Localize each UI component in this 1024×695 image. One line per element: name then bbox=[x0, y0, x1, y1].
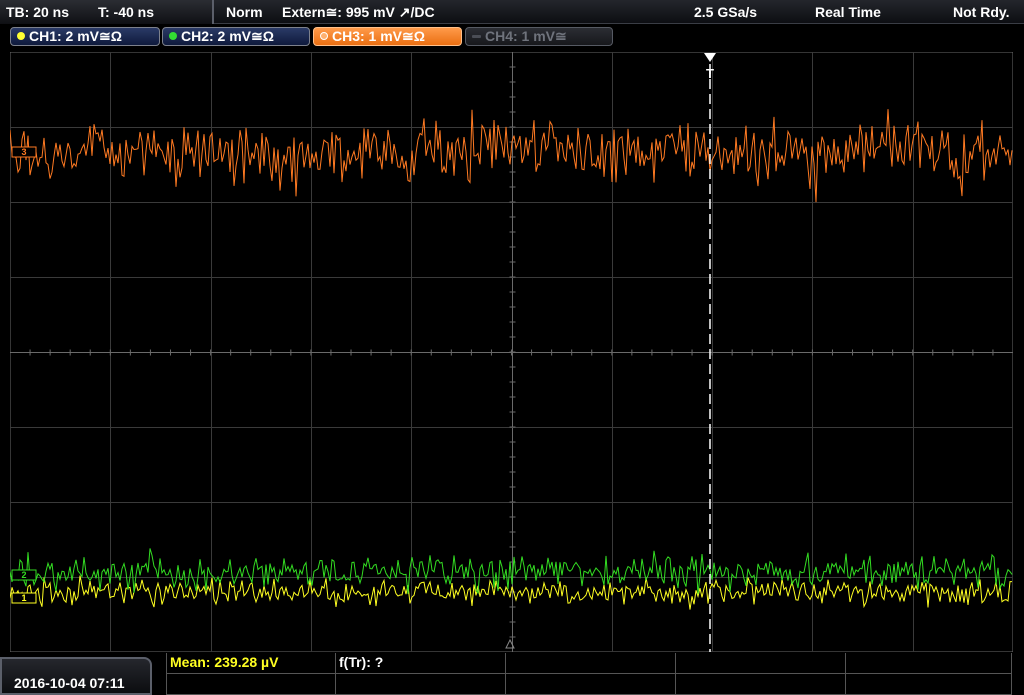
measurement-panel[interactable]: Mean: 239.28 µV f(Tr): ? bbox=[166, 653, 1012, 695]
channel-1-label: CH1: 2 mV≅Ω bbox=[29, 28, 122, 44]
measurement-cell-empty bbox=[506, 653, 676, 674]
channel-3-label: CH3: 1 mV≅Ω bbox=[332, 28, 425, 44]
measurement-cell-mean[interactable]: Mean: 239.28 µV bbox=[166, 653, 336, 674]
date-time-box: 2016-10-04 07:11 bbox=[0, 657, 152, 695]
timebase-label: TB: 20 ns bbox=[6, 4, 70, 20]
channel-2-ref-label: 2 bbox=[21, 570, 26, 580]
acquisition-mode-label[interactable]: Real Time bbox=[815, 4, 881, 20]
channel-4-button[interactable]: CH4: 1 mV≅ bbox=[465, 27, 613, 46]
mean-measurement: Mean: 239.28 µV bbox=[170, 654, 279, 670]
channel-2-label: CH2: 2 mV≅Ω bbox=[181, 28, 274, 44]
timebase-box[interactable]: TB: 20 ns T: -40 ns bbox=[0, 0, 214, 24]
freq-measurement: f(Tr): ? bbox=[339, 654, 384, 670]
acquisition-status-label: Not Rdy. bbox=[953, 4, 1010, 20]
sample-rate-label[interactable]: 2.5 GSa/s bbox=[694, 4, 757, 20]
measurement-cell-empty bbox=[676, 653, 846, 674]
trigger-time-label: T: -40 ns bbox=[98, 4, 155, 20]
measurement-cell-empty bbox=[506, 674, 676, 695]
channel-4-dot-icon bbox=[472, 35, 481, 38]
trigger-marker-label: T bbox=[706, 66, 714, 81]
channel-row: CH1: 2 mV≅Ω CH2: 2 mV≅Ω CH3: 1 mV≅Ω CH4:… bbox=[0, 24, 1024, 50]
channel-3-dot-icon bbox=[320, 32, 328, 40]
channel-3-ref-marker[interactable]: 3 bbox=[11, 146, 37, 158]
measurement-cell-empty bbox=[846, 674, 1012, 695]
measurement-cell-empty bbox=[676, 674, 846, 695]
channel-2-button[interactable]: CH2: 2 mV≅Ω bbox=[162, 27, 310, 46]
channel-1-button[interactable]: CH1: 2 mV≅Ω bbox=[10, 27, 160, 46]
channel-3-ref-label: 3 bbox=[21, 147, 26, 157]
status-bar: TB: 20 ns T: -40 ns Norm Extern≅: 995 mV… bbox=[0, 0, 1024, 24]
channel-4-label: CH4: 1 mV≅ bbox=[485, 28, 567, 44]
channel-3-button[interactable]: CH3: 1 mV≅Ω bbox=[313, 27, 462, 46]
channel-1-dot-icon bbox=[17, 32, 25, 40]
measurement-cell-empty bbox=[846, 653, 1012, 674]
trigger-mode-label[interactable]: Norm bbox=[226, 4, 263, 20]
waveform-display[interactable]: T 3 2 1 bbox=[10, 52, 1013, 652]
channel-1-ref-marker[interactable]: 1 bbox=[11, 592, 37, 604]
channel-2-ref-marker[interactable]: 2 bbox=[11, 569, 37, 581]
measurement-cell-freq[interactable]: f(Tr): ? bbox=[336, 653, 506, 674]
channel-2-dot-icon bbox=[169, 32, 177, 40]
measurement-cell-empty bbox=[336, 674, 506, 695]
date-time-label: 2016-10-04 07:11 bbox=[14, 675, 125, 691]
trigger-source-label[interactable]: Extern≅: 995 mV ↗/DC bbox=[282, 4, 435, 21]
measurement-cell-empty bbox=[166, 674, 336, 695]
channel-1-ref-label: 1 bbox=[21, 593, 26, 603]
